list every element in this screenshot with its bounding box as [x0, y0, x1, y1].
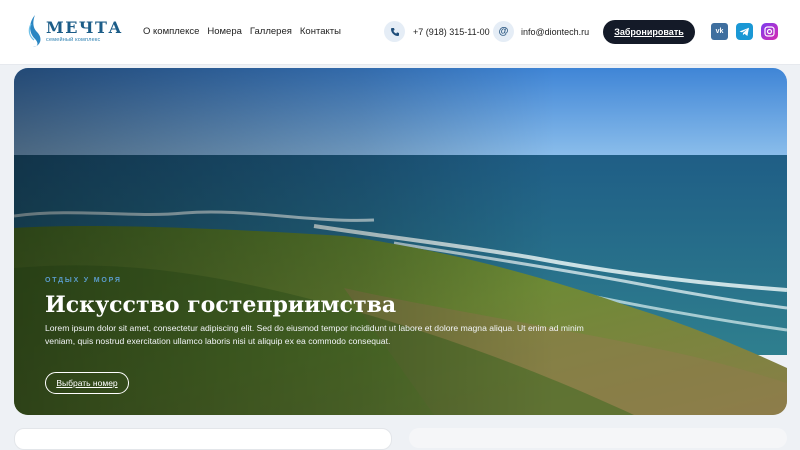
logo-tagline: семейный комплекс	[46, 37, 101, 43]
content-card-left	[14, 428, 392, 450]
hero-banner: Отдых у моря Искусство гостеприимства Lo…	[14, 68, 787, 415]
content-card-right	[409, 428, 787, 448]
logo-title: МЕЧТА	[46, 18, 123, 37]
main-nav: О комплексе Номера Галлерея Контакты	[143, 26, 341, 37]
choose-room-button[interactable]: Выбрать номер	[45, 372, 129, 394]
hero-title: Искусство гостеприимства	[45, 292, 397, 318]
email-icon[interactable]: @	[493, 21, 514, 42]
hero-description: Lorem ipsum dolor sit amet, consectetur …	[45, 323, 584, 346]
hero-eyebrow: Отдых у моря	[45, 277, 122, 284]
vk-icon[interactable]: vk	[711, 23, 728, 40]
nav-item-about[interactable]: О комплексе	[143, 26, 199, 37]
telegram-icon[interactable]	[736, 23, 753, 40]
email-address[interactable]: info@diontech.ru	[521, 27, 589, 37]
logo[interactable]: МЕЧТА семейный комплекс	[26, 14, 121, 50]
hero-overlay	[14, 68, 787, 415]
instagram-icon[interactable]	[761, 23, 778, 40]
nav-item-gallery[interactable]: Галлерея	[250, 26, 292, 37]
site-header: МЕЧТА семейный комплекс О комплексе Номе…	[0, 0, 800, 65]
phone-icon[interactable]	[384, 21, 405, 42]
nav-item-contacts[interactable]: Контакты	[300, 26, 341, 37]
logo-wave-icon	[28, 15, 41, 47]
nav-item-rooms[interactable]: Номера	[207, 26, 242, 37]
phone-number[interactable]: +7 (918) 315-11-00	[413, 27, 490, 37]
book-button[interactable]: Забронировать	[603, 20, 695, 44]
